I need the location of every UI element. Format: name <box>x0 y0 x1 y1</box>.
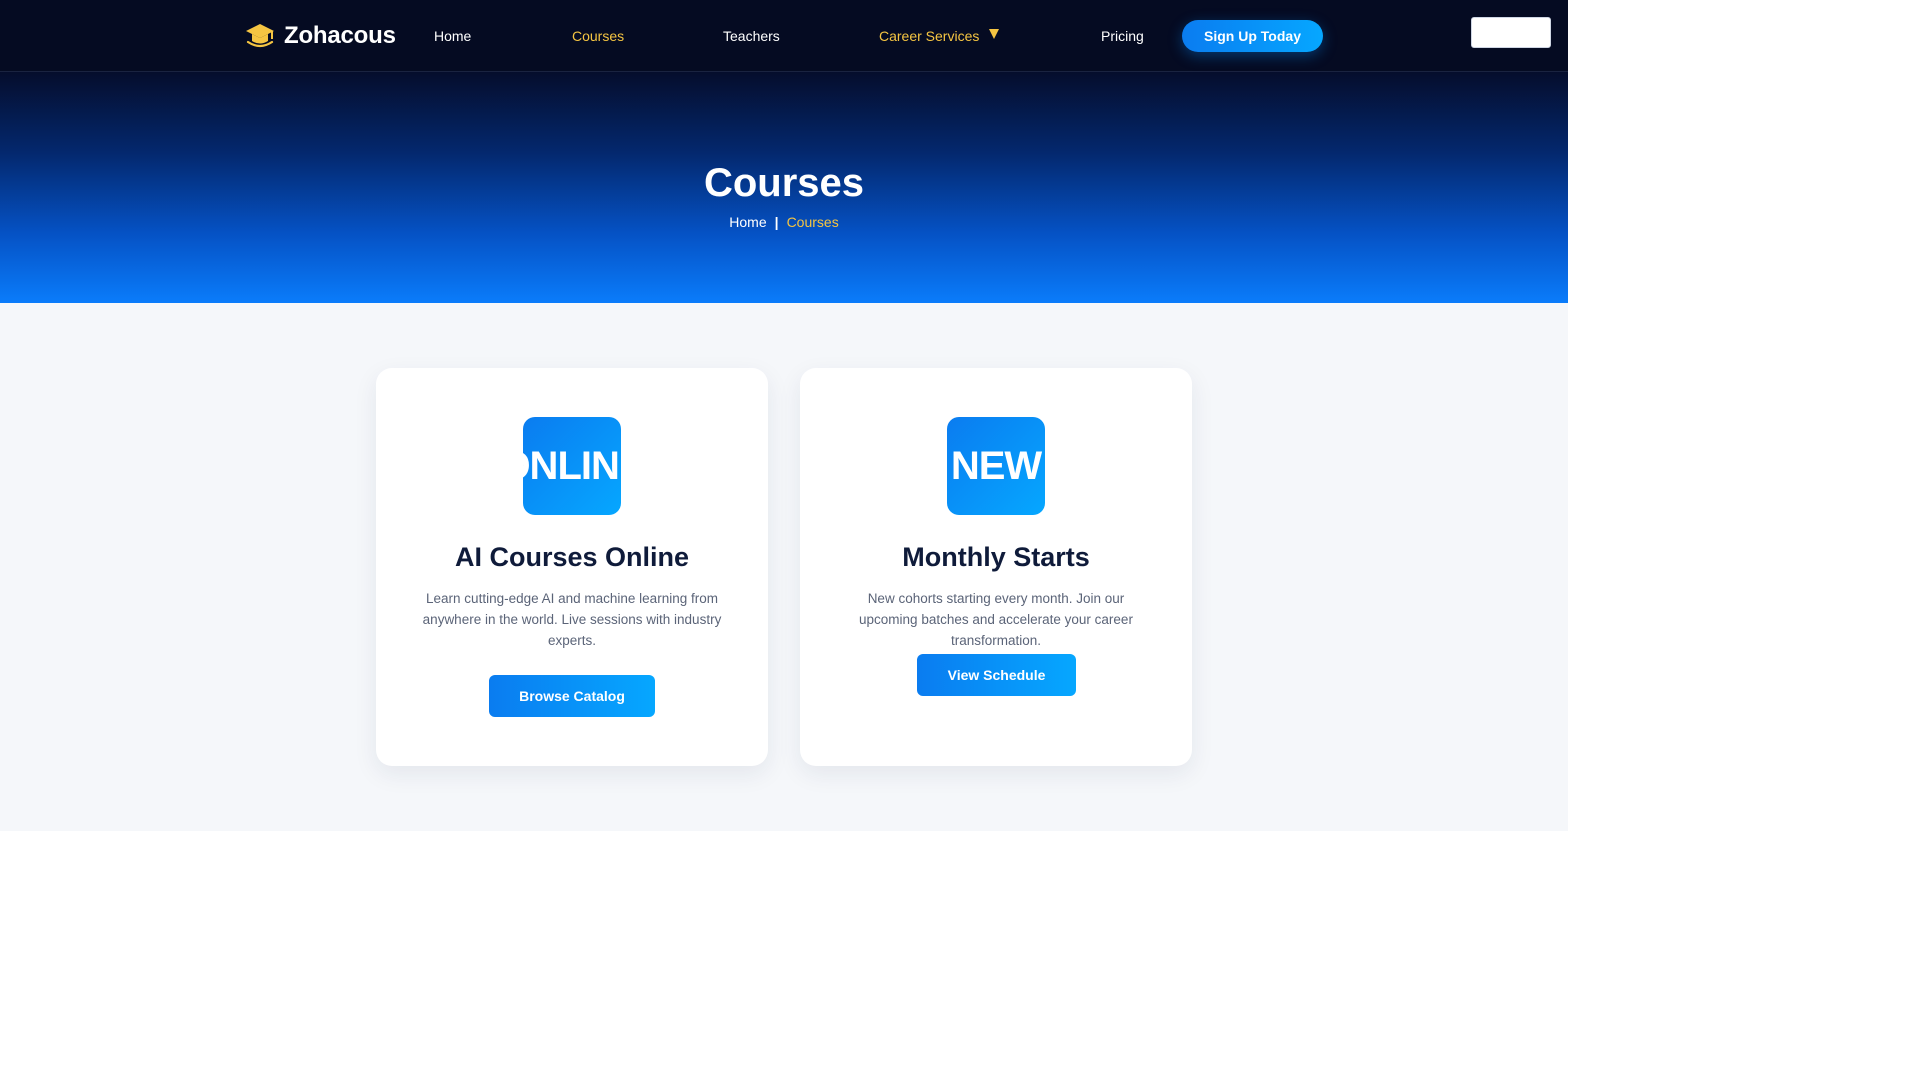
breadcrumb-separator: | <box>774 214 779 230</box>
new-badge-icon: NEW <box>947 417 1045 515</box>
browse-catalog-button[interactable]: Browse Catalog <box>489 675 655 717</box>
header-widget-box[interactable] <box>1471 17 1551 48</box>
online-badge-icon: ONLINE <box>523 417 621 515</box>
sign-up-button[interactable]: Sign Up Today <box>1182 20 1323 52</box>
card-title: AI Courses Online <box>454 542 690 572</box>
breadcrumb-home-link[interactable]: Home <box>729 213 766 231</box>
badge-text: NEW <box>950 443 1042 488</box>
badge-text: ONLINE <box>523 443 621 488</box>
info-card-monthly-starts: NEW Monthly Starts New cohorts starting … <box>800 368 1192 766</box>
courses-info-section: ONLINE AI Courses Online Learn cutting-e… <box>0 303 1568 831</box>
nav-pricing[interactable]: Pricing <box>1101 26 1144 46</box>
card-description: Learn cutting-edge AI and machine learni… <box>422 591 722 648</box>
top-navbar: Zohacous Home Courses Teachers Career Se… <box>0 0 1568 72</box>
info-card-ai-courses: ONLINE AI Courses Online Learn cutting-e… <box>376 368 768 766</box>
nav-teachers[interactable]: Teachers <box>723 26 780 46</box>
breadcrumb-current: Courses <box>786 214 839 230</box>
brand-name: Zohacous <box>284 22 396 49</box>
caret-down-icon <box>989 29 1000 39</box>
nav-career-services-label: Career Services <box>879 28 980 44</box>
breadcrumb: Home | Courses <box>0 213 1568 231</box>
brand-logo-link[interactable]: Zohacous <box>244 20 396 52</box>
nav-home[interactable]: Home <box>434 26 471 46</box>
page-hero: Courses Home | Courses <box>0 72 1568 303</box>
view-schedule-button[interactable]: View Schedule <box>917 654 1076 696</box>
card-description: New cohorts starting every month. Join o… <box>859 591 1133 648</box>
nav-career-services[interactable]: Career Services <box>879 26 1000 46</box>
nav-courses[interactable]: Courses <box>572 26 624 46</box>
graduation-cap-icon <box>246 24 274 48</box>
page-title: Courses <box>703 161 865 205</box>
card-title: Monthly Starts <box>902 542 1090 572</box>
